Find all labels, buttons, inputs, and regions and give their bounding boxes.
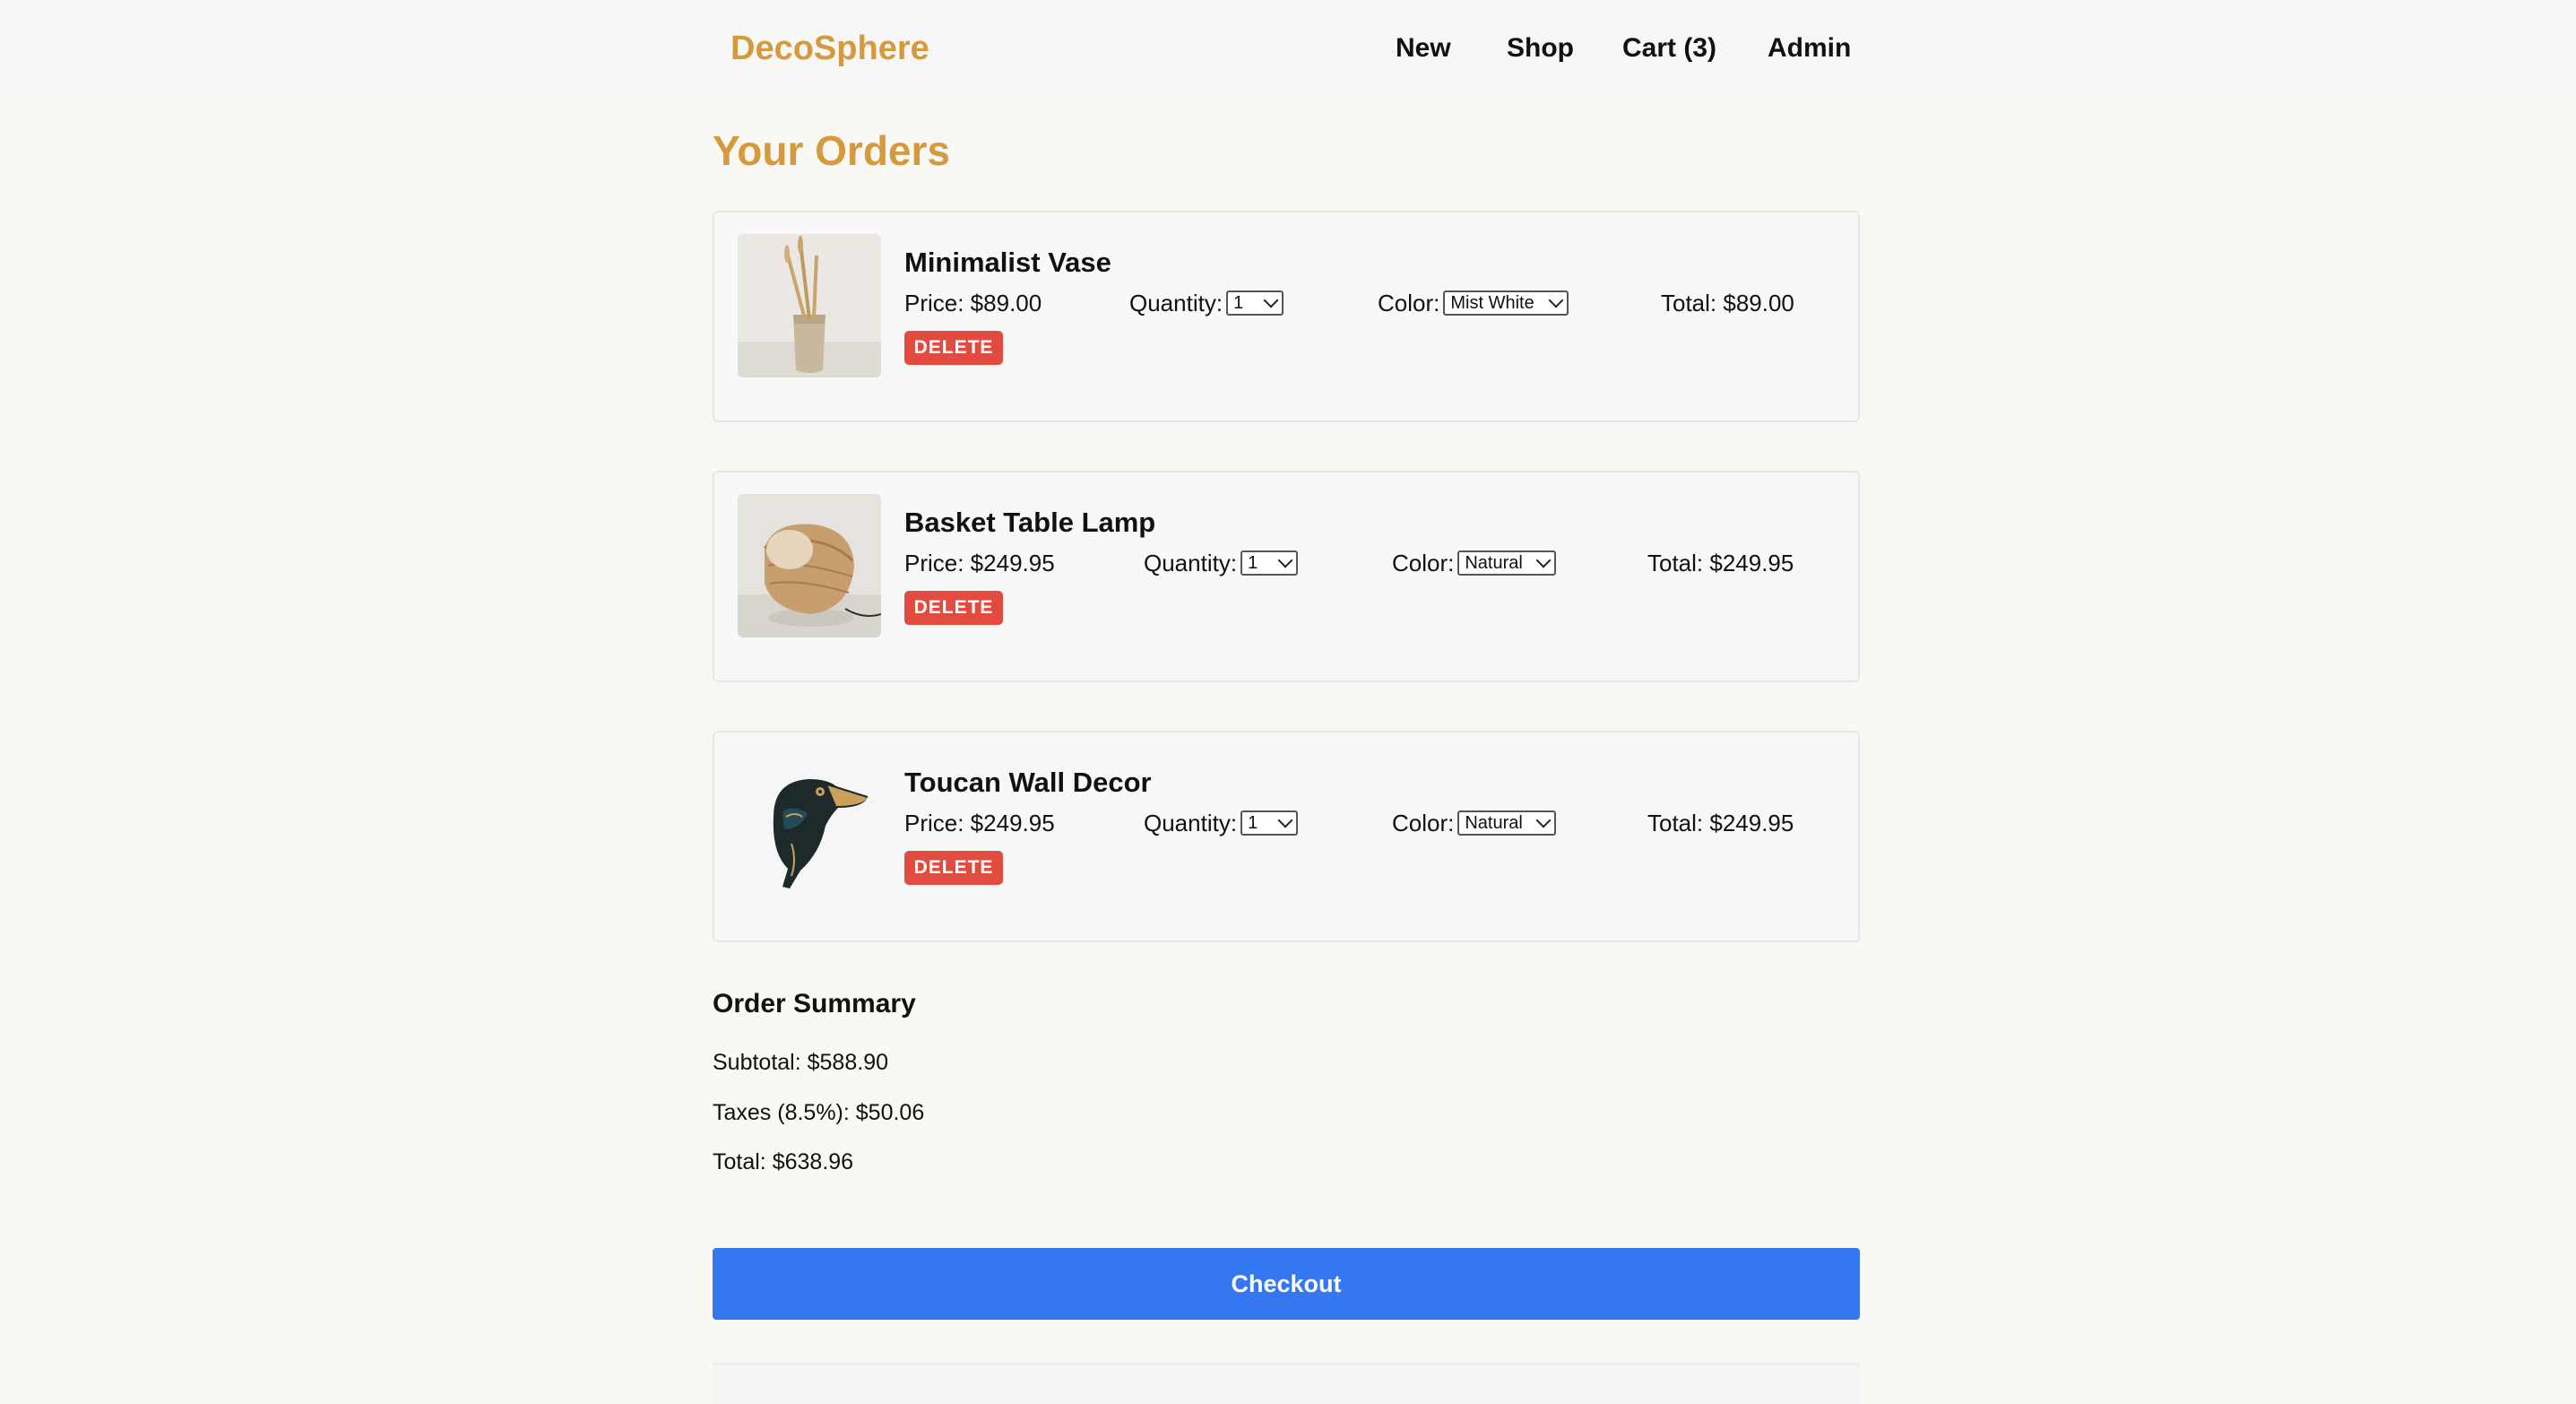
quantity-label: Quantity: bbox=[1144, 810, 1238, 836]
color-value: Natural bbox=[1465, 813, 1523, 833]
brand-logo-link[interactable]: DecoSphere bbox=[730, 27, 929, 70]
quantity-select[interactable]: 1 bbox=[1240, 810, 1299, 836]
item-total: Total: $249.95 bbox=[1647, 550, 1794, 576]
color-value: Mist White bbox=[1450, 293, 1534, 313]
item-price: Price: $89.00 bbox=[904, 290, 1042, 316]
item-price: Price: $249.95 bbox=[904, 550, 1055, 576]
color-label: Color: bbox=[1392, 550, 1455, 576]
chevron-down-icon bbox=[1548, 292, 1564, 308]
color-label: Color: bbox=[1392, 810, 1455, 836]
item-name: Minimalist Vase bbox=[904, 247, 1111, 278]
item-price: Price: $249.95 bbox=[904, 810, 1055, 836]
delete-button[interactable]: DELETE bbox=[904, 851, 1003, 885]
item-total: Total: $249.95 bbox=[1647, 810, 1794, 836]
quantity-value: 1 bbox=[1248, 553, 1258, 573]
quantity-field: Quantity: 1 bbox=[1144, 548, 1299, 578]
nav-link-shop[interactable]: Shop bbox=[1507, 29, 1574, 68]
order-item-card: Minimalist Vase Price: $89.00 Quantity: … bbox=[713, 211, 1860, 422]
quantity-value: 1 bbox=[1233, 293, 1244, 313]
quantity-field: Quantity: 1 bbox=[1129, 288, 1284, 318]
delete-button[interactable]: DELETE bbox=[904, 331, 1003, 365]
page-title: Your Orders bbox=[713, 127, 950, 174]
color-value: Natural bbox=[1465, 553, 1523, 573]
quantity-select[interactable]: 1 bbox=[1240, 550, 1299, 576]
top-navbar: DecoSphere New Shop Cart (3) Admin bbox=[0, 0, 2576, 102]
nav-link-admin[interactable]: Admin bbox=[1768, 29, 1851, 68]
item-total: Total: $89.00 bbox=[1661, 290, 1794, 316]
order-summary-title: Order Summary bbox=[713, 989, 916, 1018]
toucan-image bbox=[738, 754, 881, 897]
vase-image bbox=[738, 234, 881, 377]
order-item-card: Basket Table Lamp Price: $249.95 Quantit… bbox=[713, 471, 1860, 682]
color-field: Color: Natural bbox=[1392, 548, 1557, 578]
quantity-field: Quantity: 1 bbox=[1144, 808, 1299, 838]
quantity-select[interactable]: 1 bbox=[1226, 290, 1284, 316]
chevron-down-icon bbox=[1535, 812, 1552, 828]
chevron-down-icon bbox=[1277, 812, 1293, 828]
color-field: Color: Mist White bbox=[1378, 288, 1569, 318]
item-name: Toucan Wall Decor bbox=[904, 767, 1152, 798]
quantity-label: Quantity: bbox=[1144, 550, 1238, 576]
color-field: Color: Natural bbox=[1392, 808, 1557, 838]
summary-total: Total: $638.96 bbox=[713, 1149, 854, 1174]
color-select[interactable]: Natural bbox=[1457, 810, 1557, 836]
item-name: Basket Table Lamp bbox=[904, 507, 1156, 538]
color-select[interactable]: Natural bbox=[1457, 550, 1557, 576]
quantity-label: Quantity: bbox=[1129, 290, 1223, 316]
quantity-value: 1 bbox=[1248, 813, 1258, 833]
delete-button[interactable]: DELETE bbox=[904, 591, 1003, 625]
summary-subtotal: Subtotal: $588.90 bbox=[713, 1050, 888, 1075]
checkout-button[interactable]: Checkout bbox=[713, 1248, 1860, 1320]
chevron-down-icon bbox=[1277, 552, 1293, 568]
nav-link-cart[interactable]: Cart (3) bbox=[1622, 29, 1716, 68]
chevron-down-icon bbox=[1535, 552, 1552, 568]
color-label: Color: bbox=[1378, 290, 1440, 316]
chevron-down-icon bbox=[1263, 292, 1279, 308]
summary-taxes: Taxes (8.5%): $50.06 bbox=[713, 1100, 925, 1125]
footer-section bbox=[713, 1363, 1860, 1404]
color-select[interactable]: Mist White bbox=[1443, 290, 1569, 316]
lamp-image bbox=[738, 494, 881, 637]
order-item-card: Toucan Wall Decor Price: $249.95 Quantit… bbox=[713, 731, 1860, 942]
nav-link-new[interactable]: New bbox=[1396, 29, 1451, 68]
